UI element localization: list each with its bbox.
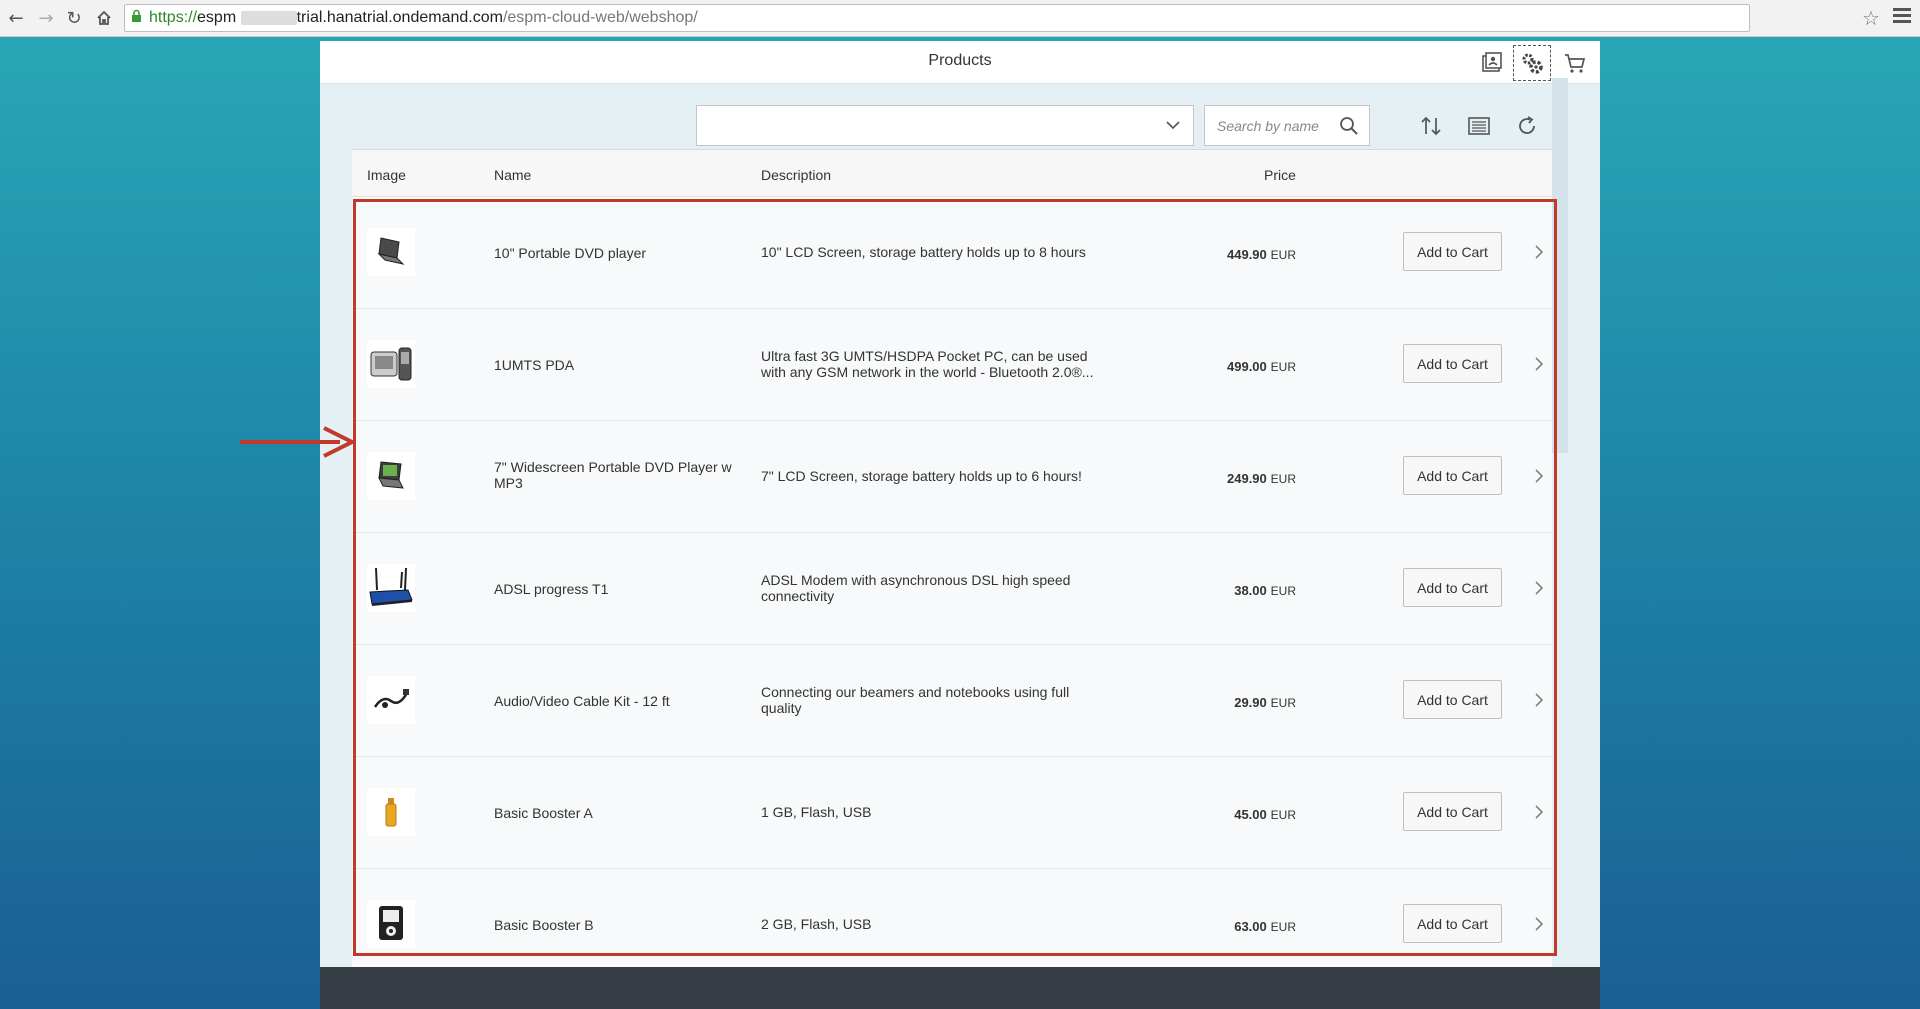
add-to-cart-button[interactable]: Add to Cart: [1403, 792, 1502, 831]
product-price: 45.00 EUR: [1132, 806, 1296, 822]
url-host-end: trial.hanatrial.ondemand.com: [296, 9, 503, 26]
price-amount: 449.90: [1227, 247, 1267, 262]
add-to-cart-button[interactable]: Add to Cart: [1403, 344, 1502, 383]
add-to-cart-button[interactable]: Add to Cart: [1403, 904, 1502, 943]
forward-icon[interactable]: →: [34, 6, 58, 30]
product-name[interactable]: 1UMTS PDA: [494, 357, 744, 373]
back-icon[interactable]: ←: [4, 6, 28, 30]
column-header-price: Price: [1264, 167, 1296, 183]
browser-menu-icon[interactable]: [1893, 8, 1911, 26]
price-currency: EUR: [1270, 360, 1296, 374]
settings-gear-icon[interactable]: [1513, 45, 1551, 81]
product-name[interactable]: Audio/Video Cable Kit - 12 ft: [494, 693, 744, 709]
chevron-right-icon[interactable]: [1534, 356, 1544, 375]
table-row[interactable]: Basic Booster A 1 GB, Flash, USB 45.00 E…: [352, 757, 1552, 869]
price-amount: 38.00: [1234, 583, 1267, 598]
product-price: 38.00 EUR: [1132, 582, 1296, 598]
url-scheme: https://: [149, 9, 198, 26]
product-name[interactable]: Basic Booster B: [494, 917, 744, 933]
sort-icon[interactable]: [1416, 111, 1446, 141]
category-select[interactable]: [696, 105, 1194, 146]
chevron-right-icon[interactable]: [1534, 580, 1544, 599]
router-icon: [367, 564, 415, 612]
product-description: 1 GB, Flash, USB: [761, 804, 872, 820]
product-name[interactable]: 7" Widescreen Portable DVD Player w MP3: [494, 459, 744, 491]
chevron-right-icon[interactable]: [1534, 804, 1544, 823]
cable-icon: [367, 676, 415, 724]
column-header-image: Image: [367, 167, 406, 183]
add-to-cart-button[interactable]: Add to Cart: [1403, 456, 1502, 495]
product-description: Connecting our beamers and notebooks usi…: [761, 684, 1070, 716]
laptop-dvd-icon: [367, 452, 415, 500]
column-header-description: Description: [761, 167, 832, 183]
price-currency: EUR: [1270, 808, 1296, 822]
address-bar[interactable]: https://espm trial.hanatrial.ondemand.co…: [124, 4, 1750, 32]
product-name[interactable]: Basic Booster A: [494, 805, 744, 821]
refresh-icon[interactable]: [1512, 111, 1542, 141]
table-header: Image Name Description Price: [352, 149, 1552, 197]
price-amount: 45.00: [1234, 807, 1267, 822]
table-row[interactable]: Basic Booster B 2 GB, Flash, USB 63.00 E…: [352, 869, 1552, 981]
add-to-cart-button[interactable]: Add to Cart: [1403, 568, 1502, 607]
webshop-app: Products Image Name Description: [320, 41, 1600, 1009]
product-description: Ultra fast 3G UMTS/HSDPA Pocket PC, can …: [761, 348, 1094, 380]
product-description: 7" LCD Screen, storage battery holds up …: [761, 468, 1082, 484]
product-price: 499.00 EUR: [1132, 358, 1296, 374]
app-header: Products: [320, 41, 1600, 84]
product-description: 2 GB, Flash, USB: [761, 916, 872, 932]
search-field[interactable]: [1204, 105, 1370, 146]
group-list-icon[interactable]: [1464, 111, 1494, 141]
price-currency: EUR: [1270, 920, 1296, 934]
table-row[interactable]: 7" Widescreen Portable DVD Player w MP3 …: [352, 421, 1552, 533]
url-redacted: [240, 10, 297, 25]
product-description: ADSL Modem with asynchronous DSL high sp…: [761, 572, 1071, 604]
price-amount: 499.00: [1227, 359, 1267, 374]
pda-phone-icon: [367, 340, 415, 388]
product-price: 63.00 EUR: [1132, 918, 1296, 934]
table-row[interactable]: Audio/Video Cable Kit - 12 ft Connecting…: [352, 645, 1552, 757]
table-row[interactable]: 1UMTS PDA Ultra fast 3G UMTS/HSDPA Pocke…: [352, 309, 1552, 421]
product-price: 249.90 EUR: [1132, 470, 1296, 486]
mp3-player-icon: [367, 900, 415, 948]
price-currency: EUR: [1270, 584, 1296, 598]
page-title: Products: [928, 52, 992, 69]
product-name[interactable]: 10" Portable DVD player: [494, 245, 744, 261]
price-amount: 63.00: [1234, 919, 1267, 934]
bookmark-star-icon[interactable]: ☆: [1862, 6, 1880, 31]
laptop-dvd-icon: [367, 228, 415, 276]
search-icon[interactable]: [1339, 116, 1359, 141]
browser-toolbar: ← → ↻ https://espm trial.hanatrial.ondem…: [0, 0, 1920, 37]
chevron-right-icon[interactable]: [1534, 692, 1544, 711]
product-list: 10" Portable DVD player 10" LCD Screen, …: [352, 197, 1552, 984]
product-name[interactable]: ADSL progress T1: [494, 581, 744, 597]
home-icon[interactable]: [92, 6, 116, 30]
scrollbar-thumb[interactable]: [1552, 78, 1568, 453]
usb-stick-icon: [367, 788, 415, 836]
table-row[interactable]: ADSL progress T1 ADSL Modem with asynchr…: [352, 533, 1552, 645]
chevron-down-icon: [1165, 117, 1181, 138]
column-header-name: Name: [494, 167, 532, 183]
chevron-right-icon[interactable]: [1534, 916, 1544, 935]
add-to-cart-button[interactable]: Add to Cart: [1403, 680, 1502, 719]
product-price: 449.90 EUR: [1132, 246, 1296, 262]
customer-reviews-icon[interactable]: [1473, 45, 1511, 81]
search-input[interactable]: [1205, 106, 1335, 145]
url-host-start: espm: [197, 9, 237, 26]
annotation-arrow-icon: [240, 426, 355, 458]
price-amount: 29.90: [1234, 695, 1267, 710]
price-currency: EUR: [1270, 472, 1296, 486]
lock-icon: [131, 6, 142, 32]
chevron-right-icon[interactable]: [1534, 244, 1544, 263]
price-currency: EUR: [1270, 248, 1296, 262]
reload-icon[interactable]: ↻: [62, 6, 86, 30]
table-row[interactable]: 10" Portable DVD player 10" LCD Screen, …: [352, 197, 1552, 309]
price-currency: EUR: [1270, 696, 1296, 710]
chevron-right-icon[interactable]: [1534, 468, 1544, 487]
url-path: /espm-cloud-web/webshop/: [502, 9, 698, 26]
price-amount: 249.90: [1227, 471, 1267, 486]
add-to-cart-button[interactable]: Add to Cart: [1403, 232, 1502, 271]
product-description: 10" LCD Screen, storage battery holds up…: [761, 244, 1086, 260]
footer-bar: [320, 967, 1600, 1009]
product-price: 29.90 EUR: [1132, 694, 1296, 710]
